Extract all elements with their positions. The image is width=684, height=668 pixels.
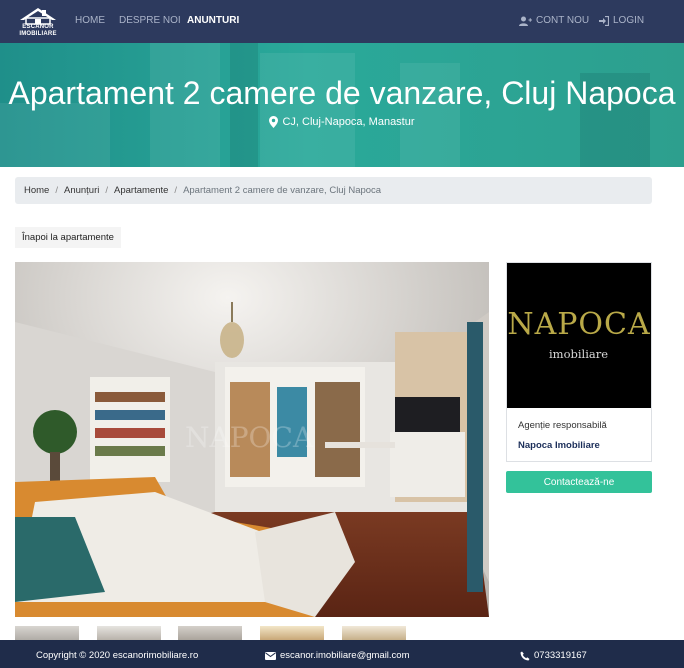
listing-title: Apartament 2 camere de vanzare, Cluj Nap… [8,75,676,111]
logo-text: ESCANOR IMOBILIARE [19,24,57,37]
navbar: ESCANOR IMOBILIARE HOME DESPRE NOI ANUNT… [0,0,684,43]
apartment-photo: NAPOCA [15,262,489,617]
signup-link[interactable]: CONT NOU [519,15,589,26]
agency-card: NAPOCA imobiliare Agenție responsabilă N… [506,262,652,462]
footer-email-text: escanor.imobiliare@gmail.com [280,650,410,661]
envelope-icon [265,651,276,660]
listing-location: CJ, Cluj-Napoca, Manastur [0,116,684,128]
breadcrumb-anunturi[interactable]: Anunțuri [64,185,99,196]
location-text: CJ, Cluj-Napoca, Manastur [282,116,415,128]
footer: Copyright © 2020 escanorimobiliare.ro es… [0,640,684,668]
agency-logo-subtext: imobiliare [549,347,609,361]
sign-in-icon [599,15,609,26]
agency-logo-text: NAPOCA [507,307,651,342]
login-link[interactable]: LOGIN [599,15,644,26]
nav-despre-noi[interactable]: DESPRE NOI [119,15,181,26]
breadcrumb-current: Apartament 2 camere de vanzare, Cluj Nap… [183,185,382,196]
photo-thumbnail[interactable] [97,626,161,640]
user-plus-icon [519,16,532,26]
photo-thumbnail[interactable] [178,626,242,640]
footer-phone-text: 0733319167 [534,650,587,661]
nav-anunturi[interactable]: ANUNTURI [187,15,239,26]
nav-home[interactable]: HOME [75,15,105,26]
phone-icon [520,651,530,660]
agency-name[interactable]: Napoca Imobiliare [518,440,600,451]
contact-button[interactable]: Contactează-ne [506,471,652,493]
photo-thumbnail[interactable] [260,626,324,640]
agency-logo[interactable]: NAPOCA imobiliare [507,263,651,408]
photo-thumbnail[interactable] [342,626,406,640]
footer-email[interactable]: escanor.imobiliare@gmail.com [265,650,410,661]
footer-phone[interactable]: 0733319167 [520,650,587,661]
main-listing-photo[interactable]: NAPOCA [15,262,489,617]
map-marker-icon [269,116,279,128]
hero-banner: Apartament 2 camere de vanzare, Cluj Nap… [0,43,684,167]
signup-label: CONT NOU [536,15,590,26]
breadcrumb-home[interactable]: Home [24,185,49,196]
house-logo-icon [20,8,56,25]
breadcrumb-apartamente[interactable]: Apartamente [114,185,168,196]
photo-thumbnail[interactable] [15,626,79,640]
footer-copyright: Copyright © 2020 escanorimobiliare.ro [36,650,199,661]
back-to-apartments-button[interactable]: Înapoi la apartamente [15,227,121,248]
site-logo[interactable]: ESCANOR IMOBILIARE [16,6,60,38]
login-label: LOGIN [613,15,645,26]
svg-text:NAPOCA: NAPOCA [185,421,314,454]
breadcrumb: Home / Anunțuri / Apartamente / Apartame… [15,177,652,204]
agency-responsible-label: Agenție responsabilă [518,420,607,431]
